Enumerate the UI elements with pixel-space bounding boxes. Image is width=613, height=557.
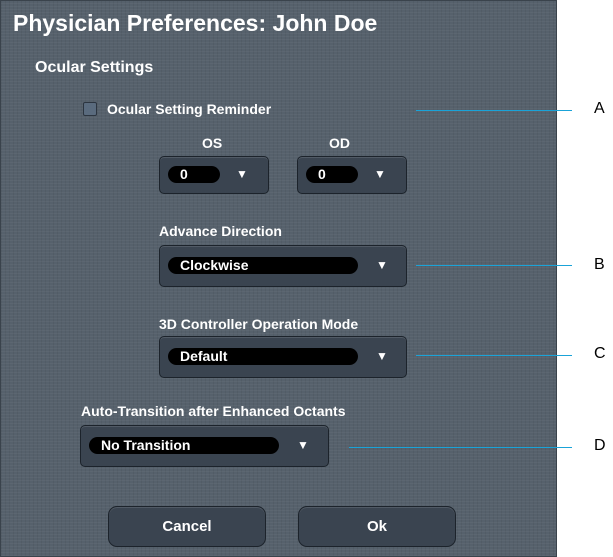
chevron-down-icon: ▼ xyxy=(376,349,388,363)
callout-label-b: B xyxy=(594,256,605,273)
cancel-button[interactable]: Cancel xyxy=(108,506,266,547)
auto-transition-label: Auto-Transition after Enhanced Octants xyxy=(81,403,346,419)
od-label: OD xyxy=(329,135,350,151)
dialog-title: Physician Preferences: John Doe xyxy=(13,10,378,36)
chevron-down-icon: ▼ xyxy=(374,167,386,181)
chevron-down-icon: ▼ xyxy=(236,167,248,181)
callout-line-b xyxy=(416,265,572,266)
advance-direction-dropdown[interactable]: Clockwise ▼ xyxy=(159,245,407,287)
os-value: 0 xyxy=(168,166,220,183)
callout-line-c xyxy=(416,355,572,356)
auto-transition-value: No Transition xyxy=(89,437,279,454)
ocular-reminder-checkbox[interactable] xyxy=(83,102,97,116)
advance-direction-label: Advance Direction xyxy=(159,223,282,239)
chevron-down-icon: ▼ xyxy=(376,258,388,272)
section-title: Ocular Settings xyxy=(35,59,154,76)
callout-label-d: D xyxy=(594,437,606,454)
controller-mode-value: Default xyxy=(168,348,358,365)
ok-button[interactable]: Ok xyxy=(298,506,456,547)
chevron-down-icon: ▼ xyxy=(297,438,309,452)
os-dropdown[interactable]: 0 ▼ xyxy=(159,156,269,194)
physician-preferences-dialog: Physician Preferences: John Doe Ocular S… xyxy=(0,0,557,557)
callout-line-a xyxy=(416,110,572,111)
callout-line-d xyxy=(349,447,572,448)
callout-label-a: A xyxy=(594,100,605,117)
od-value: 0 xyxy=(306,166,358,183)
advance-direction-value: Clockwise xyxy=(168,257,358,274)
controller-mode-dropdown[interactable]: Default ▼ xyxy=(159,336,407,378)
od-dropdown[interactable]: 0 ▼ xyxy=(297,156,407,194)
callout-label-c: C xyxy=(594,345,606,362)
ocular-reminder-label: Ocular Setting Reminder xyxy=(107,101,272,117)
os-label: OS xyxy=(202,135,223,151)
auto-transition-dropdown[interactable]: No Transition ▼ xyxy=(80,425,329,467)
controller-mode-label: 3D Controller Operation Mode xyxy=(159,316,359,332)
